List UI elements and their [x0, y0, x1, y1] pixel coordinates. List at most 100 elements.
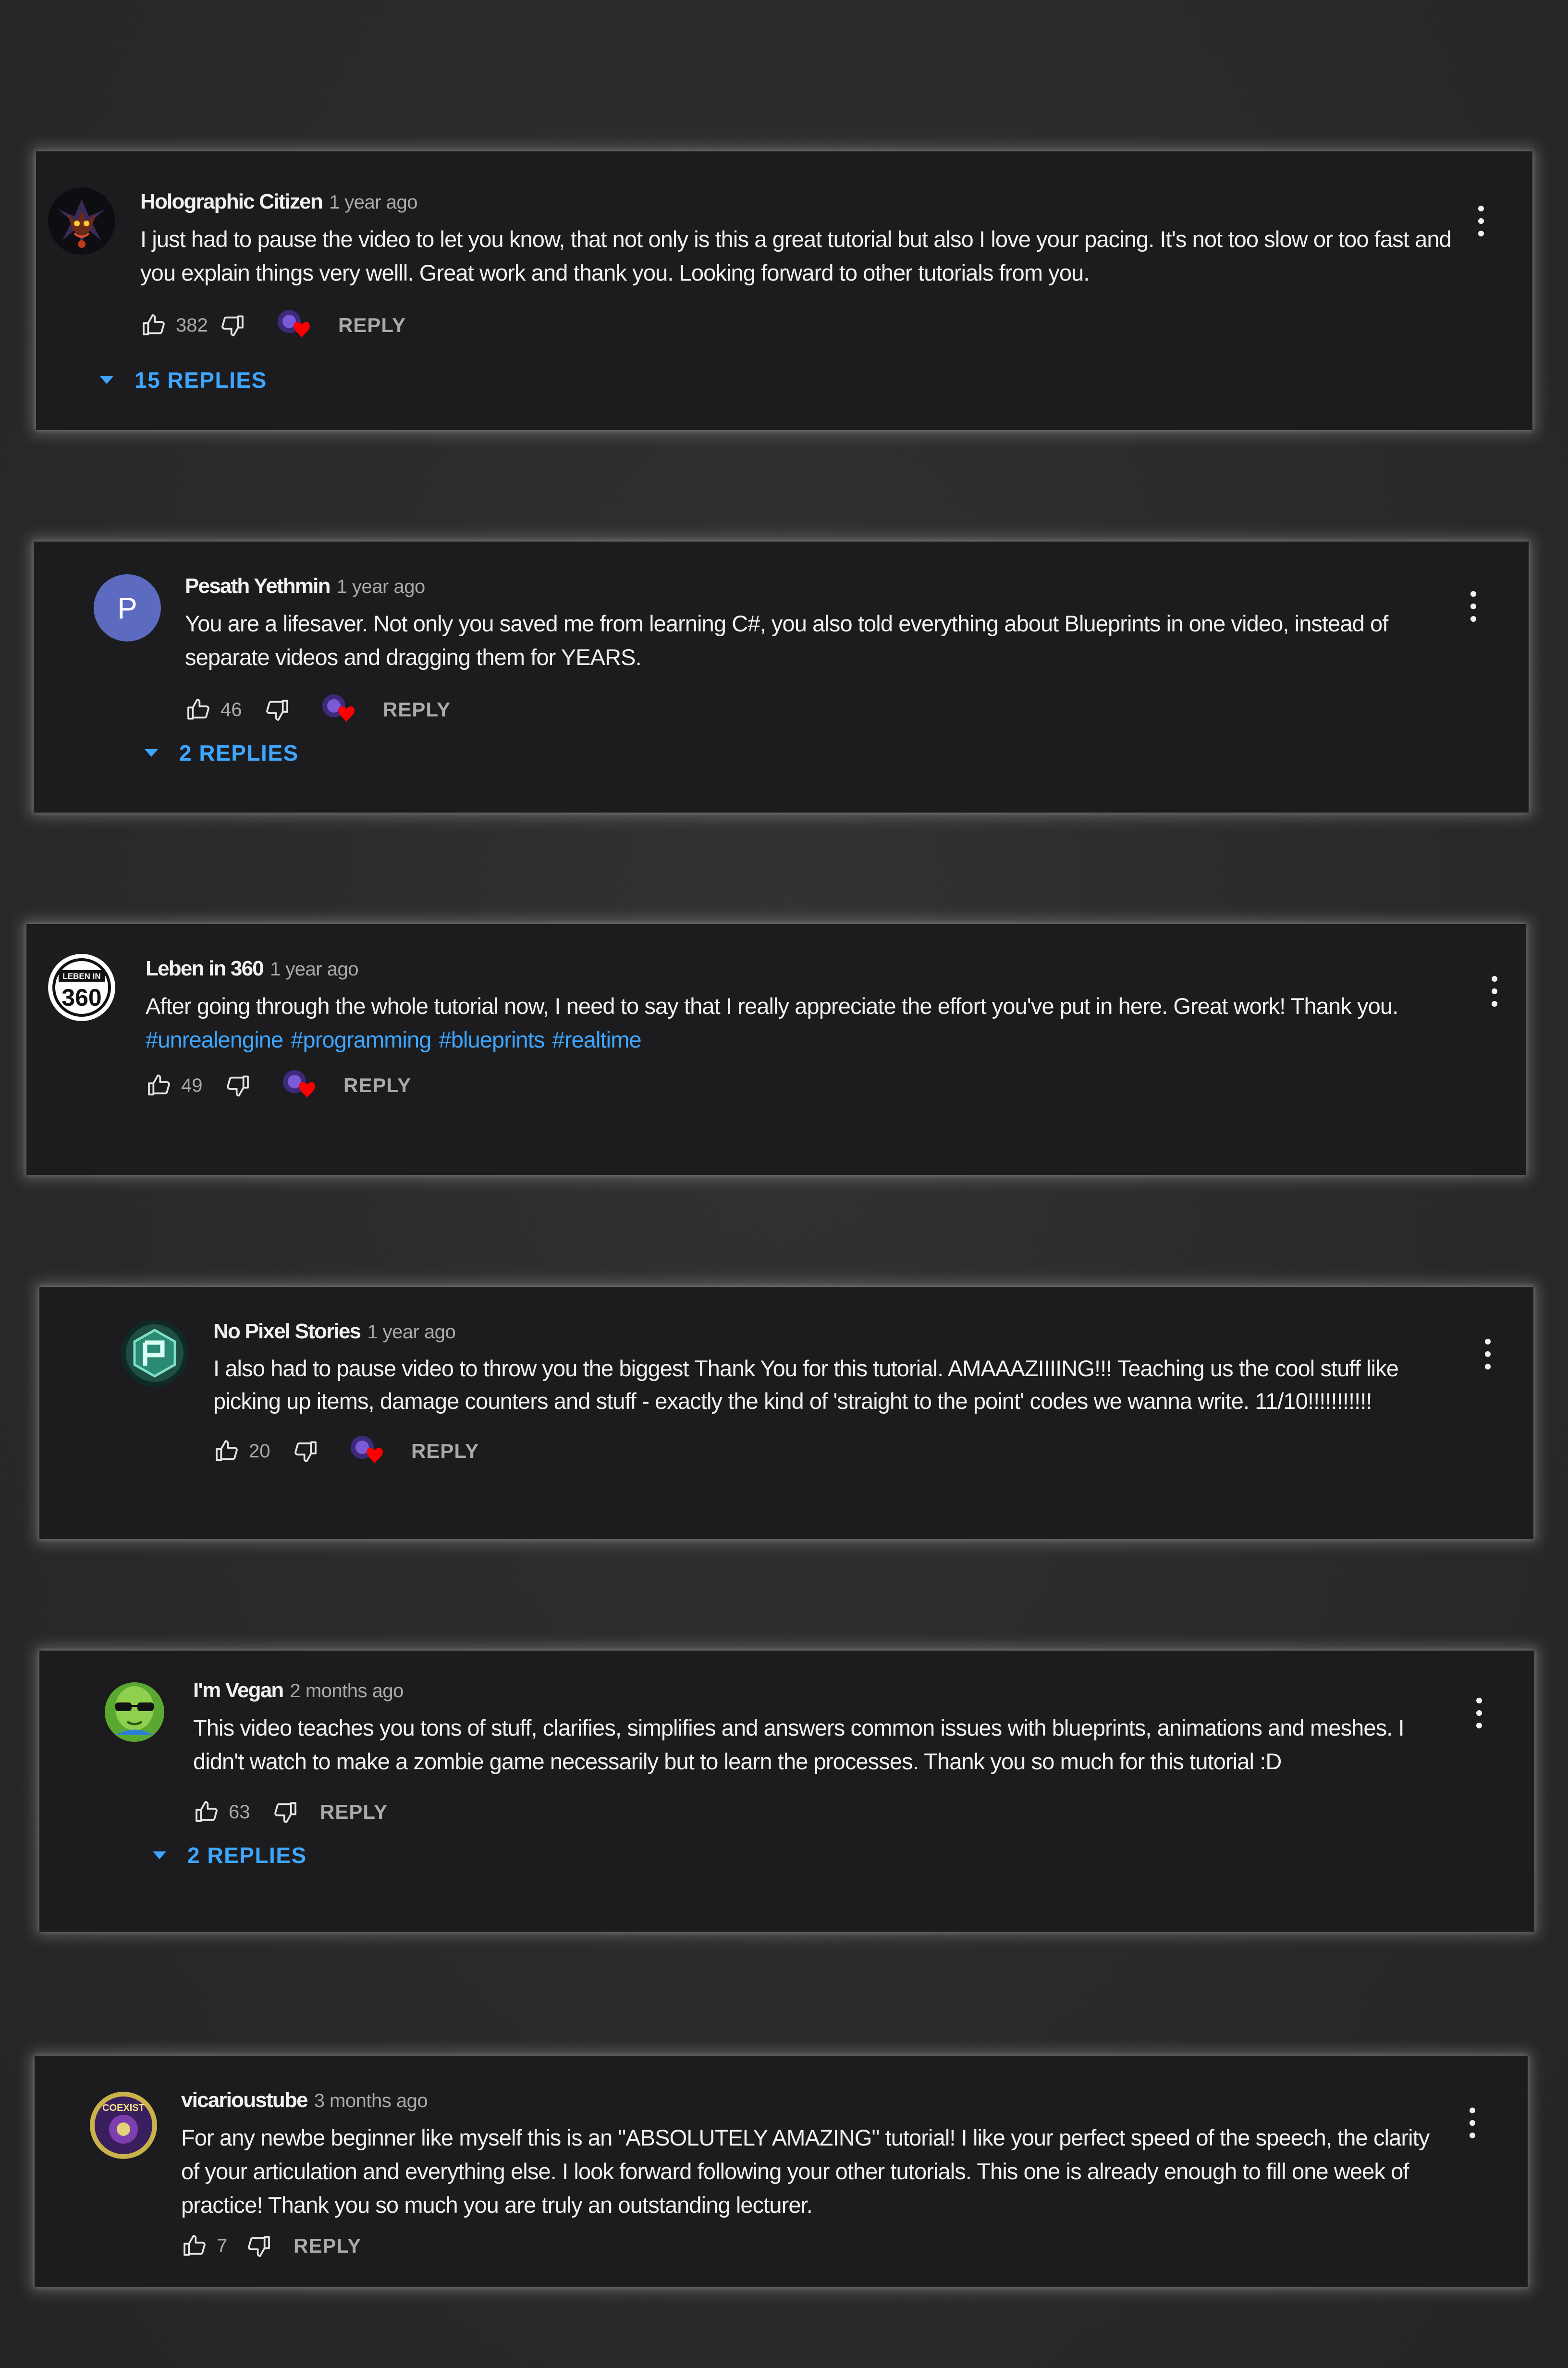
more-menu-button[interactable] — [1481, 1335, 1495, 1373]
dislike-button[interactable] — [245, 2232, 272, 2259]
avatar[interactable]: P — [94, 574, 161, 641]
thumbs-up-icon — [143, 314, 165, 335]
reply-button[interactable]: REPLY — [338, 314, 406, 337]
reply-button[interactable]: REPLY — [343, 1074, 411, 1097]
letter-avatar-icon: P — [94, 574, 161, 641]
comment-card: P Pesath Yethmin 1 year ago You are a li… — [34, 542, 1529, 813]
comment-body: vicarioustube 3 months ago For any newbe… — [181, 2088, 1451, 2265]
comment-timestamp[interactable]: 1 year ago — [367, 1321, 456, 1343]
thumbs-up-icon — [187, 699, 209, 720]
thumbs-down-icon — [274, 1802, 296, 1823]
comment-text: I also had to pause video to throw you t… — [213, 1356, 1399, 1414]
comment-text: You are a lifesaver. Not only you saved … — [185, 611, 1388, 670]
comment-timestamp[interactable]: 2 months ago — [290, 1680, 404, 1702]
comment-actions: 20 REPLY — [213, 1432, 1457, 1470]
thumbs-down-icon — [266, 700, 288, 721]
more-vert-icon — [1492, 976, 1497, 1007]
replies-label: 2 REPLIES — [179, 740, 299, 765]
reply-button[interactable]: REPLY — [411, 1440, 479, 1463]
comment-author[interactable]: Leben in 360 — [146, 957, 264, 981]
like-button[interactable] — [146, 1072, 172, 1099]
dislike-button[interactable] — [264, 696, 291, 723]
more-vert-icon — [1470, 2108, 1475, 2138]
thumbs-down-icon — [221, 315, 244, 336]
leben-in-360-logo-icon: LEBEN IN 360 — [48, 954, 115, 1021]
creator-heart — [279, 1066, 322, 1105]
comment-card: LEBEN IN 360 Leben in 360 1 year ago Aft… — [26, 924, 1526, 1175]
more-vert-icon — [1485, 1339, 1491, 1369]
comment-text: After going through the whole tutorial n… — [146, 993, 1398, 1019]
like-count: 46 — [220, 699, 242, 720]
more-menu-button[interactable] — [1465, 2104, 1480, 2142]
more-menu-button[interactable] — [1487, 972, 1502, 1011]
reply-button[interactable]: REPLY — [320, 1801, 388, 1824]
dislike-button[interactable] — [224, 1072, 251, 1099]
comment-body: Leben in 360 1 year ago After going thro… — [146, 957, 1449, 1105]
view-replies-button[interactable]: 2 REPLIES — [142, 739, 1452, 767]
coexist-logo-icon: COEXIST — [90, 2092, 157, 2159]
dislike-button[interactable] — [292, 1438, 319, 1465]
comment-timestamp[interactable]: 1 year ago — [337, 576, 426, 598]
avatar[interactable]: LEBEN IN 360 — [48, 954, 115, 1021]
dark-creature-avatar-icon — [48, 187, 115, 255]
comment-timestamp[interactable]: 1 year ago — [329, 192, 418, 213]
caret-down-icon — [150, 1846, 169, 1865]
comment-author[interactable]: vicarioustube — [181, 2088, 308, 2112]
comment-author[interactable]: Pesath Yethmin — [185, 574, 331, 598]
more-menu-button[interactable] — [1472, 1694, 1486, 1732]
like-button[interactable] — [213, 1438, 240, 1465]
dislike-button[interactable] — [272, 1799, 299, 1825]
like-button[interactable] — [193, 1799, 220, 1825]
comment-body: Holographic Citizen 1 year ago I just ha… — [100, 190, 1456, 395]
comment-body: I'm Vegan 2 months ago This video teache… — [153, 1678, 1458, 1870]
hashtag-link[interactable]: #blueprints — [439, 1027, 545, 1052]
more-menu-button[interactable] — [1466, 587, 1481, 626]
avatar-logo-bottom: 360 — [61, 984, 101, 1011]
like-button[interactable] — [181, 2232, 208, 2259]
comment-author[interactable]: No Pixel Stories — [213, 1320, 361, 1344]
creator-heart — [318, 691, 362, 729]
thumbs-up-icon — [216, 1440, 238, 1461]
hashtag-list: #unrealengine #programming #blueprints #rea… — [146, 1023, 1449, 1057]
comment-body: No Pixel Stories 1 year ago I also had t… — [213, 1320, 1457, 1470]
thumbs-down-icon — [294, 1441, 317, 1462]
avatar[interactable]: COEXIST — [90, 2092, 157, 2159]
more-menu-button[interactable] — [1474, 202, 1488, 240]
caret-down-icon — [97, 370, 116, 390]
hashtag-link[interactable]: #unrealengine — [146, 1027, 283, 1052]
teal-cube-logo-icon — [121, 1320, 188, 1387]
like-count: 49 — [181, 1074, 203, 1096]
creator-heart-icon — [351, 1436, 383, 1464]
more-vert-icon — [1478, 206, 1484, 236]
avatar[interactable] — [48, 187, 115, 255]
comment-timestamp[interactable]: 3 months ago — [314, 2090, 428, 2112]
like-count: 382 — [176, 314, 208, 336]
thumbs-up-icon — [196, 1801, 218, 1822]
hashtag-link[interactable]: #programming — [291, 1027, 431, 1052]
avatar[interactable] — [121, 1320, 188, 1387]
like-count: 20 — [249, 1440, 270, 1462]
view-replies-button[interactable]: 2 REPLIES — [150, 1841, 1458, 1870]
comment-text: For any newbe beginner like myself this … — [181, 2125, 1430, 2218]
reply-button[interactable]: REPLY — [294, 2234, 361, 2257]
creator-heart-icon — [283, 1070, 315, 1098]
comment-author[interactable]: I'm Vegan — [193, 1678, 284, 1702]
more-vert-icon — [1470, 591, 1476, 622]
reply-button[interactable]: REPLY — [383, 698, 451, 721]
like-count: 63 — [229, 1801, 250, 1823]
hashtag-link[interactable]: #realtime — [552, 1027, 642, 1052]
comment-author[interactable]: Holographic Citizen — [140, 190, 323, 214]
creator-heart-icon — [322, 694, 355, 722]
creator-heart — [274, 306, 317, 345]
comment-timestamp[interactable]: 1 year ago — [270, 959, 359, 980]
caret-down-icon — [142, 743, 161, 763]
comment-body: Pesath Yethmin 1 year ago You are a life… — [145, 574, 1452, 767]
view-replies-button[interactable]: 15 REPLIES — [97, 366, 1456, 395]
comment-text: I just had to pause the video to let you… — [140, 226, 1452, 285]
creator-heart-icon — [278, 310, 310, 338]
dislike-button[interactable] — [219, 312, 246, 339]
like-button[interactable] — [140, 312, 167, 339]
comment-actions: 49 REPLY — [146, 1066, 1449, 1105]
like-button[interactable] — [185, 696, 212, 723]
avatar[interactable] — [101, 1678, 168, 1746]
